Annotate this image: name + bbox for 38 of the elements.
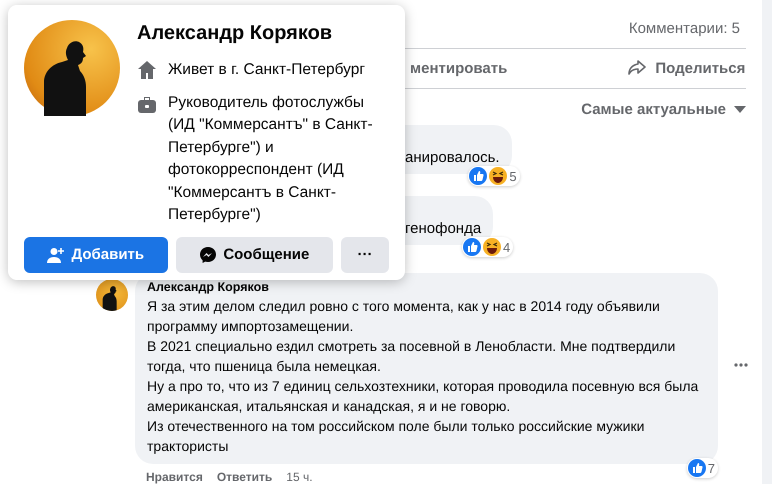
add-friend-icon (47, 246, 66, 262)
like-reaction-icon (469, 167, 488, 186)
share-arrow-icon (627, 59, 648, 78)
comment-text: анировалось. (405, 149, 500, 166)
caret-icon (734, 106, 746, 114)
profile-name[interactable]: Александр Коряков (137, 22, 380, 45)
comment-text: Я за этим делом следил ровно с того момента, как у нас в 2014 году объявили программу импортозамещении. (147, 297, 661, 336)
messenger-icon (199, 246, 218, 264)
comments-count[interactable]: Комментарии: 5 (628, 20, 740, 40)
sort-dropdown[interactable]: Самые актуальные (581, 98, 746, 122)
comment-button[interactable]: ментировать (410, 60, 508, 77)
message-button[interactable]: Сообщение (176, 236, 334, 272)
avatar[interactable] (96, 279, 128, 312)
reaction-count: 7 (708, 460, 715, 476)
reaction-count: 4 (502, 240, 510, 255)
comment-text: В 2021 специально ездил смотреть за посевной в Ленобласти. Мне подтвердили тогда, что пшеница была немецкая. (147, 337, 676, 376)
timestamp: 15 ч. (286, 470, 313, 484)
like-link[interactable]: Нравится (146, 470, 203, 484)
like-reaction-icon (688, 459, 706, 478)
laughing-reaction-icon (482, 238, 501, 256)
reactions-badge[interactable]: 4 (462, 237, 514, 258)
reactions-badge[interactable]: 5 (468, 166, 520, 186)
comment-text: Ну а про то, что из 7 единиц сельхозтехники, которая проводила посевную вся была американская, итальянская и канадская, я и не говорю. (147, 377, 700, 416)
reaction-count: 5 (509, 168, 517, 184)
laughing-reaction-icon (489, 167, 508, 186)
profile-detail: Живет в г. Санкт-Петербург (168, 60, 366, 80)
share-button[interactable]: Поделиться (627, 59, 746, 78)
comment-author[interactable]: Александр Коряков (147, 280, 706, 294)
comment-text: генофонда (405, 220, 482, 238)
house-icon (137, 60, 157, 80)
more-button[interactable]: ··· (341, 236, 389, 272)
profile-detail: Руководитель фотослужбы (ИД "Коммерсантъ" в Санкт-Петербурге") и фотокорреспондент (ИД "Коммерсантъ в Санкт-Петербурге") (168, 92, 374, 225)
comment-text: Из отечественного на том российском поле были только российские мужики трактористы (147, 417, 646, 456)
reactions-badge[interactable]: 7 (686, 458, 718, 478)
add-friend-button[interactable]: Добавить (24, 236, 168, 272)
like-reaction-icon (462, 238, 481, 256)
more-icon (734, 363, 748, 368)
reply-link[interactable]: Ответить (216, 470, 272, 484)
